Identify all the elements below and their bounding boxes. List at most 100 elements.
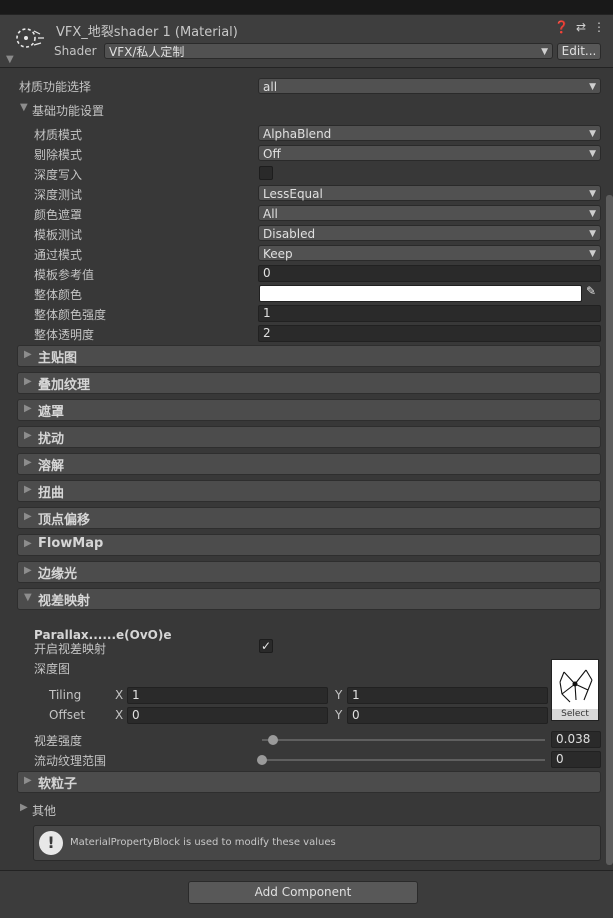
flow-range-slider-thumb[interactable] [257, 755, 267, 765]
color-label: 整体颜色 [34, 288, 83, 302]
offset-y-field[interactable]: 0 [347, 707, 548, 724]
section-title: 扰动 [38, 432, 65, 447]
section-mask[interactable]: ▶ 遮罩 [17, 399, 601, 421]
cull-mode-dropdown[interactable]: Off ▼ [258, 145, 601, 161]
crack-texture-thumbnail [559, 669, 593, 703]
pass-mode-label: 通过模式 [34, 248, 83, 262]
help-icon[interactable]: ❓ [554, 20, 569, 34]
bottom-bar: Add Component [0, 870, 613, 918]
parallax-enable-label: 开启视差映射 [34, 642, 107, 656]
tiling-x-label: X [115, 688, 124, 702]
tiling-x-field[interactable]: 1 [127, 687, 328, 704]
section-distortion[interactable]: ▶ 扭曲 [17, 480, 601, 502]
dropdown-arrow-icon: ▼ [589, 129, 596, 139]
section-title: FlowMap [38, 536, 104, 551]
section-title: 主贴图 [38, 351, 78, 366]
ztest-dropdown[interactable]: LessEqual ▼ [258, 185, 601, 201]
ztest-label: 深度测试 [34, 188, 83, 202]
edit-shader-button[interactable]: Edit... [557, 43, 601, 60]
parallax-strength-slider-track[interactable] [262, 739, 545, 741]
dropdown-arrow-icon: ▼ [589, 82, 596, 92]
section-rim-light[interactable]: ▶ 边缘光 [17, 561, 601, 583]
dropdown-arrow-icon: ▼ [541, 47, 548, 57]
pass-mode-value: Keep [263, 247, 293, 261]
section-title: 顶点偏移 [38, 513, 91, 528]
color-swatch[interactable] [259, 285, 582, 302]
foldout-collapsed-icon[interactable]: ▶ [20, 802, 28, 813]
ztest-value: LessEqual [263, 187, 323, 201]
depth-map-texture-slot[interactable]: Select [551, 659, 599, 721]
material-preview-icon [14, 25, 48, 53]
section-parallax[interactable]: ▼ 视差映射 [17, 588, 601, 610]
flow-range-slider-track[interactable] [262, 759, 545, 761]
select-texture-button[interactable]: Select [552, 709, 598, 720]
foldout-collapsed-icon: ▶ [24, 430, 32, 441]
depth-map-label: 深度图 [34, 662, 71, 676]
parallax-enable-checkbox[interactable]: ✓ [259, 639, 273, 653]
flow-range-field[interactable]: 0 [551, 751, 601, 768]
dropdown-arrow-icon: ▼ [589, 189, 596, 199]
zwrite-checkbox[interactable] [259, 166, 273, 180]
shader-label: Shader [54, 44, 97, 58]
dropdown-arrow-icon: ▼ [589, 249, 596, 259]
foldout-expanded-icon[interactable]: ▼ [20, 102, 28, 113]
checkmark-icon: ✓ [260, 639, 272, 653]
shader-dropdown[interactable]: VFX/私人定制 ▼ [104, 43, 553, 59]
top-strip [0, 0, 613, 15]
sliders-icon[interactable]: ⇄ [576, 20, 586, 34]
dropdown-arrow-icon: ▼ [589, 209, 596, 219]
stencil-test-label: 模板测试 [34, 228, 83, 242]
add-component-button[interactable]: Add Component [188, 881, 418, 904]
foldout-collapsed-icon: ▶ [24, 376, 32, 387]
parallax-strength-slider-thumb[interactable] [267, 735, 278, 745]
parallax-strength-field[interactable]: 0.038 [551, 731, 601, 748]
tiling-y-label: Y [335, 688, 343, 702]
tiling-y-field[interactable]: 1 [347, 687, 548, 704]
blend-mode-dropdown[interactable]: AlphaBlend ▼ [258, 125, 601, 141]
material-title: VFX_地裂shader 1 (Material) [56, 25, 238, 40]
section-overlay-texture[interactable]: ▶ 叠加纹理 [17, 372, 601, 394]
parallax-strength-label: 视差强度 [34, 734, 83, 748]
stencil-ref-label: 模板参考值 [34, 268, 95, 282]
helpbox-text: MaterialPropertyBlock is used to modify … [70, 837, 336, 848]
foldout-collapsed-icon: ▶ [24, 565, 32, 576]
info-icon: ! [39, 831, 63, 855]
section-soft-particle[interactable]: ▶ 软粒子 [17, 771, 601, 793]
foldout-collapsed-icon: ▶ [24, 511, 32, 522]
section-dissolve[interactable]: ▶ 溶解 [17, 453, 601, 475]
opacity-field[interactable]: 2 [258, 325, 601, 342]
cull-mode-value: Off [263, 147, 281, 161]
kebab-menu-icon[interactable]: ⋮ [593, 20, 605, 34]
basic-settings-title[interactable]: 基础功能设置 [32, 102, 104, 119]
pass-mode-dropdown[interactable]: Keep ▼ [258, 245, 601, 261]
foldout-collapsed-icon: ▶ [24, 457, 32, 468]
foldout-collapsed-icon: ▶ [24, 775, 32, 786]
offset-x-field[interactable]: 0 [127, 707, 328, 724]
foldout-collapsed-icon: ▶ [24, 484, 32, 495]
dropdown-arrow-icon: ▼ [589, 229, 596, 239]
material-function-value: all [263, 80, 278, 94]
vertical-scrollbar[interactable] [606, 195, 613, 865]
eyedropper-icon[interactable]: ✎ [586, 284, 596, 298]
color-intensity-field[interactable]: 1 [258, 305, 601, 322]
tiling-label: Tiling [49, 688, 82, 702]
other-title[interactable]: 其他 [32, 802, 56, 819]
dropdown-arrow-icon: ▼ [589, 149, 596, 159]
shader-value: VFX/私人定制 [109, 45, 185, 59]
offset-x-label: X [115, 708, 124, 722]
color-mask-value: All [263, 207, 278, 221]
foldout-collapsed-icon: ▶ [24, 349, 32, 360]
section-flowmap[interactable]: ▶ FlowMap [17, 534, 601, 556]
blend-mode-value: AlphaBlend [263, 127, 332, 141]
section-main-texture[interactable]: ▶ 主贴图 [17, 345, 601, 367]
stencil-test-dropdown[interactable]: Disabled ▼ [258, 225, 601, 241]
stencil-test-value: Disabled [263, 227, 316, 241]
material-function-dropdown[interactable]: all ▼ [258, 78, 601, 94]
stencil-ref-field[interactable]: 0 [258, 265, 601, 282]
section-disturbance[interactable]: ▶ 扰动 [17, 426, 601, 448]
section-vertex-offset[interactable]: ▶ 顶点偏移 [17, 507, 601, 529]
color-mask-dropdown[interactable]: All ▼ [258, 205, 601, 221]
foldout-collapsed-icon: ▶ [24, 538, 32, 549]
collapse-arrow-icon[interactable]: ▼ [6, 54, 14, 65]
info-helpbox: ! MaterialPropertyBlock is used to modif… [33, 825, 601, 861]
